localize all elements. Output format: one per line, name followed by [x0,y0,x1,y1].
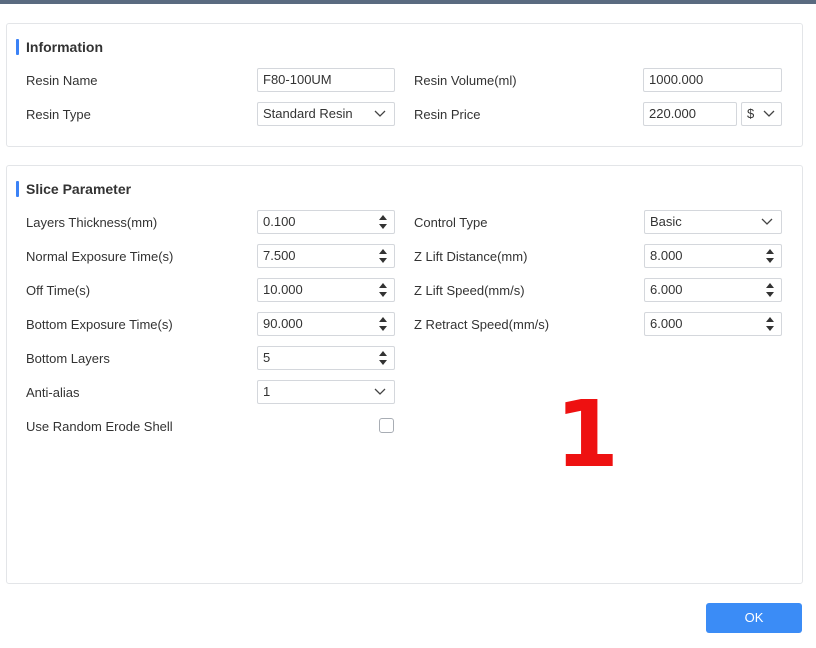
slice-parameter-panel: Slice Parameter Layers Thickness(mm) 0.1… [6,165,803,584]
resin-price-input[interactable]: 220.000 [643,102,737,126]
currency-value: $ [747,106,755,121]
normal-exposure-value: 7.500 [263,248,296,263]
resin-price-label: Resin Price [414,107,481,122]
resin-type-value: Standard Resin [263,106,353,121]
off-time-input[interactable]: 10.000 [257,278,395,302]
off-time-value: 10.000 [263,282,303,297]
spinner-arrows-icon[interactable] [378,248,388,264]
chevron-down-icon [763,110,775,117]
z-lift-distance-label: Z Lift Distance(mm) [414,249,528,264]
layers-thickness-label: Layers Thickness(mm) [26,215,158,230]
resin-type-label: Resin Type [26,107,91,122]
z-retract-speed-value: 6.000 [650,316,683,331]
resin-price-value: 220.000 [649,106,696,121]
resin-name-value: F80-100UM [263,72,332,87]
currency-select[interactable]: $ [741,102,782,126]
information-panel: Information Resin Name F80-100UM Resin V… [6,23,803,147]
z-retract-speed-label: Z Retract Speed(mm/s) [414,317,550,332]
z-lift-speed-input[interactable]: 6.000 [644,278,782,302]
chevron-down-icon [374,388,386,395]
random-erode-label: Use Random Erode Shell [26,419,173,434]
resin-volume-value: 1000.000 [649,72,704,87]
chevron-down-icon [374,110,386,117]
anti-alias-select[interactable]: 1 [257,380,395,404]
spinner-arrows-icon[interactable] [765,282,775,298]
normal-exposure-input[interactable]: 7.500 [257,244,395,268]
spinner-arrows-icon[interactable] [378,282,388,298]
normal-exposure-label: Normal Exposure Time(s) [26,249,174,264]
bottom-exposure-input[interactable]: 90.000 [257,312,395,336]
anti-alias-label: Anti-alias [26,385,80,400]
random-erode-checkbox[interactable] [379,418,394,433]
bottom-exposure-label: Bottom Exposure Time(s) [26,317,173,332]
information-title: Information [16,39,103,55]
spinner-arrows-icon[interactable] [765,316,775,332]
bottom-layers-value: 5 [263,350,271,365]
annotation-marker: 1 [555,381,620,488]
spinner-arrows-icon[interactable] [378,350,388,366]
layers-thickness-value: 0.100 [263,214,296,229]
bottom-layers-label: Bottom Layers [26,351,110,366]
slice-parameter-title: Slice Parameter [16,181,131,197]
ok-button[interactable]: OK [706,603,802,633]
control-type-label: Control Type [414,215,488,230]
z-retract-speed-input[interactable]: 6.000 [644,312,782,336]
off-time-label: Off Time(s) [26,283,91,298]
spinner-arrows-icon[interactable] [765,248,775,264]
resin-name-input[interactable]: F80-100UM [257,68,395,92]
bottom-exposure-value: 90.000 [263,316,303,331]
window-top-border [0,0,816,4]
z-lift-distance-value: 8.000 [650,248,683,263]
anti-alias-value: 1 [263,384,271,399]
control-type-value: Basic [650,214,682,229]
z-lift-speed-value: 6.000 [650,282,683,297]
resin-volume-input[interactable]: 1000.000 [643,68,782,92]
resin-name-label: Resin Name [26,73,98,88]
resin-type-select[interactable]: Standard Resin [257,102,395,126]
bottom-layers-input[interactable]: 5 [257,346,395,370]
resin-volume-label: Resin Volume(ml) [414,73,517,88]
z-lift-distance-input[interactable]: 8.000 [644,244,782,268]
spinner-arrows-icon[interactable] [378,316,388,332]
spinner-arrows-icon[interactable] [378,214,388,230]
control-type-select[interactable]: Basic [644,210,782,234]
z-lift-speed-label: Z Lift Speed(mm/s) [414,283,525,298]
layers-thickness-input[interactable]: 0.100 [257,210,395,234]
chevron-down-icon [761,218,773,225]
